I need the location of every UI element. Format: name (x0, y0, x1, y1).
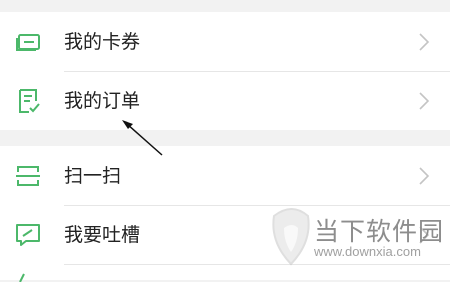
scan-icon (16, 166, 40, 186)
feedback-icon (16, 224, 40, 246)
partial-next-item-icon (19, 273, 25, 282)
card-coupon-icon (16, 34, 40, 51)
menu-section-1: 我的卡券 我的订单 (0, 12, 450, 130)
chevron-right-icon (419, 92, 430, 110)
menu-item-label: 扫一扫 (64, 165, 122, 187)
watermark-name: 当下软件园 (314, 217, 445, 246)
chevron-right-icon (419, 33, 430, 51)
watermark-url: www.downxia.com (314, 244, 421, 259)
chevron-right-icon (419, 167, 430, 185)
menu-item-label: 我的订单 (64, 90, 141, 112)
menu-item-label: 我要吐槽 (64, 224, 141, 246)
menu-item-my-coupons[interactable]: 我的卡券 (0, 12, 450, 72)
top-spacer (0, 0, 450, 12)
order-list-icon (19, 89, 40, 113)
menu-item-scan[interactable]: 扫一扫 (0, 146, 450, 206)
menu-item-my-orders[interactable]: 我的订单 (0, 71, 450, 131)
menu-item-label: 我的卡券 (64, 31, 141, 53)
